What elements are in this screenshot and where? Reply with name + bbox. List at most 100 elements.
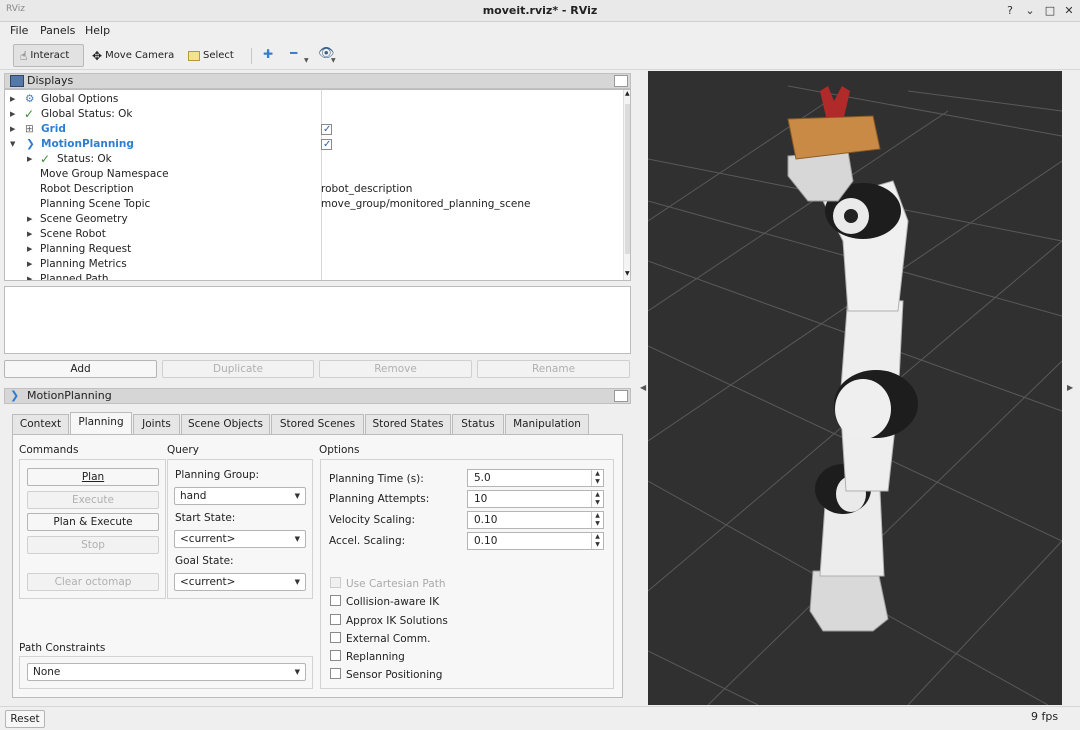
expand-arrow-icon[interactable]: ▶ <box>27 257 32 272</box>
add-tool-icon[interactable]: ✚ <box>263 47 273 61</box>
tree-row-move-group-namespace[interactable]: Move Group Namespace <box>5 167 617 182</box>
collision-aware-ik-checkbox[interactable]: Collision-aware IK <box>330 594 439 608</box>
expand-arrow-icon[interactable]: ▶ <box>27 272 32 280</box>
tree-row-scene-geometry[interactable]: ▶ Scene Geometry <box>5 212 617 227</box>
execute-button[interactable]: Execute <box>27 491 159 509</box>
move-camera-tool-button[interactable]: ✥ Move Camera <box>86 44 180 67</box>
stop-button[interactable]: Stop <box>27 536 159 554</box>
tab-joints[interactable]: Joints <box>133 414 180 434</box>
scrollbar-thumb[interactable] <box>625 104 630 254</box>
expand-arrow-icon[interactable]: ▶ <box>27 227 32 242</box>
planning-attempts-value: 10 <box>474 493 488 505</box>
velocity-scaling-spinbox[interactable]: 0.10 ▲ ▼ <box>467 511 604 529</box>
tree-row-planned-path[interactable]: ▶ Planned Path <box>5 272 617 280</box>
interact-tool-button[interactable]: ☝ Interact <box>13 44 84 67</box>
planning-group-select[interactable]: hand ▼ <box>174 487 306 505</box>
robot-logo <box>844 209 858 223</box>
chevron-down-icon[interactable]: ▼ <box>331 57 336 64</box>
plan-and-execute-button[interactable]: Plan & Execute <box>27 513 159 531</box>
accel-scaling-value: 0.10 <box>474 535 498 547</box>
goal-state-select[interactable]: <current> ▼ <box>174 573 306 591</box>
expand-arrow-icon[interactable]: ▶ <box>27 212 32 227</box>
external-comm-checkbox[interactable]: External Comm. <box>330 631 430 645</box>
planning-attempts-spinbox[interactable]: 10 ▲ ▼ <box>467 490 604 508</box>
path-constraints-select[interactable]: None ▼ <box>27 663 306 681</box>
expand-arrow-icon[interactable]: ▶ <box>10 122 15 137</box>
collapse-right-icon[interactable]: ▶ <box>1067 383 1073 392</box>
tree-row-planning-scene-topic[interactable]: Planning Scene Topic move_group/monitore… <box>5 197 617 212</box>
plan-button[interactable]: Plan <box>27 468 159 486</box>
close-window-button[interactable]: ✕ <box>1061 3 1077 19</box>
tab-stored-states[interactable]: Stored States <box>365 414 451 434</box>
expand-arrow-icon[interactable]: ▶ <box>27 242 32 257</box>
help-window-button[interactable]: ? <box>1002 3 1018 19</box>
tab-scene-objects[interactable]: Scene Objects <box>181 414 270 434</box>
tab-planning[interactable]: Planning <box>70 412 132 435</box>
add-display-button[interactable]: Add <box>4 360 157 378</box>
tree-row-global-options[interactable]: ▶ ⚙ Global Options <box>5 92 617 107</box>
tree-row-global-status[interactable]: ▶ ✓ Global Status: Ok <box>5 107 617 122</box>
start-state-select[interactable]: <current> ▼ <box>174 530 306 548</box>
globe-icon: ⚙ <box>25 93 35 105</box>
panel-float-button[interactable] <box>614 75 628 87</box>
menu-panels[interactable]: Panels <box>40 24 75 37</box>
rename-display-button[interactable]: Rename <box>477 360 630 378</box>
minimize-window-button[interactable]: ⌄ <box>1022 3 1038 19</box>
robot-scene <box>647 85 1063 706</box>
replanning-checkbox[interactable]: Replanning <box>330 649 405 663</box>
tree-label: Scene Robot <box>40 228 106 240</box>
velocity-scaling-label: Velocity Scaling: <box>329 514 416 526</box>
remove-tool-icon[interactable]: ━ <box>290 46 297 60</box>
tree-row-motionplanning[interactable]: ▼ ❯ MotionPlanning <box>5 137 617 152</box>
select-label: Select <box>203 50 234 61</box>
use-cartesian-path-checkbox[interactable]: Use Cartesian Path <box>330 576 446 590</box>
panel-float-button[interactable] <box>614 390 628 402</box>
menu-help[interactable]: Help <box>85 24 110 37</box>
accel-scaling-spinbox[interactable]: 0.10 ▲ ▼ <box>467 532 604 550</box>
spin-arrows-icon[interactable]: ▲ ▼ <box>591 533 603 549</box>
tree-label: Global Options <box>41 93 119 105</box>
tree-row-planning-request[interactable]: ▶ Planning Request <box>5 242 617 257</box>
chevron-down-icon[interactable]: ▼ <box>304 57 309 64</box>
reset-button[interactable]: Reset <box>5 710 45 728</box>
spin-arrows-icon[interactable]: ▲ ▼ <box>591 470 603 486</box>
spin-arrows-icon[interactable]: ▲ ▼ <box>591 491 603 507</box>
tab-status[interactable]: Status <box>452 414 504 434</box>
tree-scrollbar[interactable]: ▲ ▼ <box>623 90 630 280</box>
tab-manipulation[interactable]: Manipulation <box>505 414 589 434</box>
tree-row-scene-robot[interactable]: ▶ Scene Robot <box>5 227 617 242</box>
scroll-down-icon[interactable]: ▼ <box>625 270 630 277</box>
tree-label: Global Status: Ok <box>41 108 133 120</box>
expand-arrow-icon[interactable]: ▶ <box>10 92 15 107</box>
displays-tree[interactable]: ▶ ⚙ Global Options ▶ ✓ Global Status: Ok… <box>4 89 631 281</box>
sensor-positioning-checkbox[interactable]: Sensor Positioning <box>330 667 442 681</box>
tree-row-robot-description[interactable]: Robot Description robot_description <box>5 182 617 197</box>
tree-row-planning-metrics[interactable]: ▶ Planning Metrics <box>5 257 617 272</box>
toolbar-divider <box>251 48 252 64</box>
duplicate-display-button[interactable]: Duplicate <box>162 360 314 378</box>
spin-arrows-icon[interactable]: ▲ ▼ <box>591 512 603 528</box>
tab-context[interactable]: Context <box>12 414 69 434</box>
maximize-window-button[interactable]: □ <box>1042 3 1058 19</box>
tree-value[interactable]: move_group/monitored_planning_scene <box>321 197 530 212</box>
motionplanning-enabled-checkbox[interactable] <box>321 137 332 153</box>
start-state-value: <current> <box>180 533 236 545</box>
tab-stored-scenes[interactable]: Stored Scenes <box>271 414 364 434</box>
collapse-left-icon[interactable]: ◀ <box>640 383 646 392</box>
remove-display-button[interactable]: Remove <box>319 360 472 378</box>
chevron-down-icon: ▼ <box>294 668 300 676</box>
tree-row-status[interactable]: ▶ ✓ Status: Ok <box>5 152 617 167</box>
clear-octomap-button[interactable]: Clear octomap <box>27 573 159 591</box>
3d-render-viewport[interactable] <box>647 71 1063 706</box>
expand-arrow-icon[interactable]: ▶ <box>10 107 15 122</box>
collapse-arrow-icon[interactable]: ▼ <box>10 137 15 152</box>
planning-time-spinbox[interactable]: 5.0 ▲ ▼ <box>467 469 604 487</box>
menu-file[interactable]: File <box>10 24 28 37</box>
select-tool-button[interactable]: Select <box>182 44 240 67</box>
expand-arrow-icon[interactable]: ▶ <box>27 152 32 167</box>
grid-enabled-checkbox[interactable] <box>321 122 332 138</box>
approx-ik-solutions-checkbox[interactable]: Approx IK Solutions <box>330 613 448 627</box>
tree-value[interactable]: robot_description <box>321 182 412 197</box>
tree-row-grid[interactable]: ▶ ⊞ Grid <box>5 122 617 137</box>
scroll-up-icon[interactable]: ▲ <box>625 90 630 97</box>
